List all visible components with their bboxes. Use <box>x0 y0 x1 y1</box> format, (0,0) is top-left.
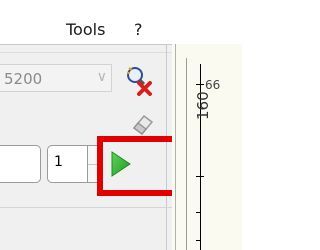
menu-tools[interactable]: Tools <box>66 20 105 39</box>
ruler-tick <box>196 176 204 177</box>
ruler-side-label: 160 <box>194 91 212 120</box>
highlight-box <box>97 136 181 196</box>
menu-bar <box>0 0 242 44</box>
eraser-icon[interactable] <box>130 110 156 136</box>
panel-divider <box>0 52 172 53</box>
ruler-panel <box>172 44 242 250</box>
ruler-tick <box>196 84 204 85</box>
ruler-top-label: 66 <box>205 78 221 92</box>
panel-bottom-divider <box>0 207 172 208</box>
ruler-border <box>175 44 176 250</box>
ruler-tick <box>196 240 201 241</box>
start-field[interactable] <box>0 145 41 183</box>
model-combobox-value: 5200 <box>4 70 43 88</box>
panel-top-border <box>0 44 172 45</box>
ruler-line <box>186 58 187 250</box>
number-field-value: 1 <box>54 154 63 170</box>
chevron-down-icon[interactable]: ∨ <box>97 69 107 85</box>
number-field[interactable]: 1 <box>47 145 88 183</box>
menu-help[interactable]: ? <box>134 20 143 39</box>
magnifier-cancel-icon[interactable] <box>122 64 154 96</box>
ruler-tick <box>196 212 201 213</box>
model-combobox[interactable]: 5200 ∨ <box>0 64 112 92</box>
